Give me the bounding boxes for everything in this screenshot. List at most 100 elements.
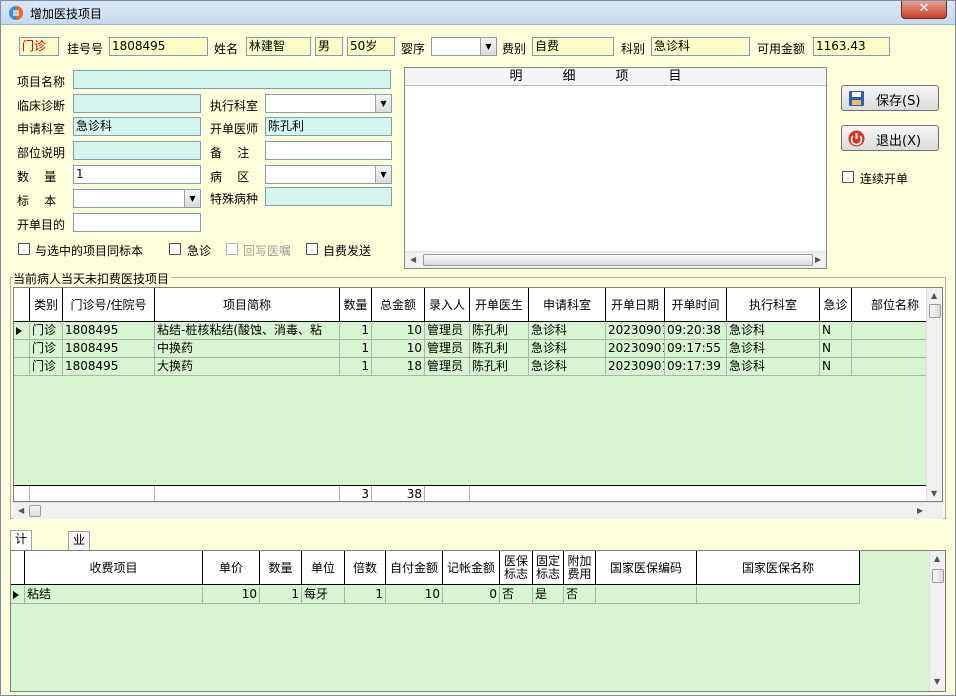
table-cell[interactable]: 0 <box>443 586 500 604</box>
table-cell[interactable]: 管理员 <box>425 322 470 340</box>
col-header[interactable]: 附加费用 <box>564 551 596 585</box>
table-row[interactable]: 门诊 1808495 粘结-桩核粘结(酸蚀、消毒、粘 1 10 管理员 陈孔利 … <box>14 322 926 340</box>
table-cell[interactable]: 陈孔利 <box>470 358 529 376</box>
table-cell[interactable]: 门诊 <box>30 358 63 376</box>
table-cell[interactable] <box>852 358 926 376</box>
site-input[interactable] <box>73 141 201 160</box>
col-header[interactable]: 类别 <box>30 288 63 322</box>
table-cell[interactable]: 1 <box>345 586 386 604</box>
table-cell[interactable]: 门诊 <box>30 340 63 358</box>
col-header[interactable]: 收费项目 <box>25 551 203 585</box>
col-header[interactable]: 自付金额 <box>386 551 443 585</box>
table-cell[interactable]: 急诊科 <box>727 340 820 358</box>
scroll-down-icon[interactable]: ▼ <box>934 677 940 686</box>
exec-dept-select[interactable]: ▼ <box>265 94 392 113</box>
doctor-field[interactable]: 陈孔利 <box>265 117 392 136</box>
col-header[interactable]: 执行科室 <box>727 288 820 322</box>
table-cell[interactable]: 10 <box>372 340 425 358</box>
col-header[interactable]: 国家医保名称 <box>697 551 860 585</box>
col-header[interactable]: 单位 <box>302 551 345 585</box>
col-header[interactable]: 数量 <box>260 551 302 585</box>
pending-hscrollbar[interactable]: ◀ ▶ <box>13 502 943 519</box>
col-header[interactable]: 国家医保编码 <box>596 551 697 585</box>
tab-pricing[interactable]: 计价明细 <box>10 530 33 597</box>
table-cell[interactable]: 陈孔利 <box>470 322 529 340</box>
close-button[interactable]: ✕ <box>901 1 947 19</box>
scroll-up-icon[interactable]: ▲ <box>931 291 937 300</box>
scroll-thumb[interactable] <box>932 569 944 583</box>
detail-hscrollbar[interactable]: ◀ ▶ <box>405 251 826 268</box>
table-cell[interactable]: 1 <box>340 340 372 358</box>
table-cell[interactable]: 每牙 <box>302 586 345 604</box>
chevron-down-icon[interactable]: ▼ <box>375 166 391 183</box>
chevron-down-icon[interactable]: ▼ <box>184 190 200 207</box>
table-cell[interactable]: 急诊科 <box>529 340 606 358</box>
specimen-select[interactable]: ▼ <box>73 189 201 208</box>
item-name-input[interactable] <box>73 70 391 89</box>
scroll-down-icon[interactable]: ▼ <box>931 489 937 498</box>
continuous-checkbox[interactable] <box>842 171 854 183</box>
table-cell[interactable]: 20230901 <box>606 358 665 376</box>
table-cell[interactable]: 20230901 <box>606 340 665 358</box>
selfpay-checkbox[interactable] <box>306 243 318 255</box>
apply-dept-field[interactable]: 急诊科 <box>73 117 201 136</box>
table-cell[interactable] <box>852 340 926 358</box>
scroll-up-icon[interactable]: ▲ <box>934 554 940 563</box>
scroll-thumb[interactable] <box>423 254 813 266</box>
col-header[interactable]: 倍数 <box>345 551 386 585</box>
table-cell[interactable] <box>852 322 926 340</box>
table-cell[interactable]: N <box>820 358 852 376</box>
tab-business[interactable]: 业务明细 <box>68 531 91 598</box>
col-header[interactable]: 项目简称 <box>155 288 340 322</box>
table-row[interactable]: 门诊 1808495 中换药 1 10 管理员 陈孔利 急诊科 20230901… <box>14 340 926 358</box>
col-header[interactable]: 总金额 <box>372 288 425 322</box>
table-cell[interactable]: 粘结 <box>25 586 203 604</box>
table-cell[interactable]: 1 <box>260 586 302 604</box>
table-cell[interactable]: N <box>820 340 852 358</box>
scroll-left-icon[interactable]: ◀ <box>410 255 416 264</box>
chevron-down-icon[interactable]: ▼ <box>375 95 391 112</box>
table-cell[interactable]: 10 <box>386 586 443 604</box>
pricing-vscrollbar[interactable]: ▲ ▼ <box>929 551 945 691</box>
col-header[interactable]: 申请科室 <box>529 288 606 322</box>
pending-vscrollbar[interactable]: ▲ ▼ <box>926 288 942 501</box>
remark-input[interactable] <box>265 141 392 160</box>
col-header[interactable]: 数量 <box>340 288 372 322</box>
diagnosis-input[interactable] <box>73 94 201 113</box>
col-header[interactable]: 开单医生 <box>470 288 529 322</box>
table-cell[interactable]: 中换药 <box>155 340 340 358</box>
scroll-right-icon[interactable]: ▶ <box>917 506 923 515</box>
col-header[interactable]: 录入人 <box>425 288 470 322</box>
table-cell[interactable]: 1808495 <box>63 322 155 340</box>
table-cell[interactable]: 10 <box>203 586 260 604</box>
table-cell[interactable]: 1 <box>340 322 372 340</box>
table-row[interactable]: 门诊 1808495 大换药 1 18 管理员 陈孔利 急诊科 20230901… <box>14 358 926 376</box>
scroll-right-icon[interactable]: ▶ <box>815 255 821 264</box>
writeback-checkbox[interactable] <box>226 243 238 255</box>
table-cell[interactable]: 09:20:38 <box>665 322 727 340</box>
scroll-thumb[interactable] <box>29 505 41 517</box>
col-header[interactable]: 医保标志 <box>500 551 533 585</box>
save-button[interactable]: 保存(S) <box>841 85 939 111</box>
table-cell[interactable]: N <box>820 322 852 340</box>
pricing-grid[interactable]: 收费项目 单价 数量 单位 倍数 自付金额 记帐金额 医保标志 固定标志 附加费… <box>10 550 946 692</box>
table-cell[interactable] <box>697 586 860 604</box>
special-input[interactable] <box>265 187 392 206</box>
table-cell[interactable]: 20230901 <box>606 322 665 340</box>
table-cell[interactable]: 急诊科 <box>529 358 606 376</box>
table-cell[interactable]: 18 <box>372 358 425 376</box>
table-cell[interactable]: 否 <box>500 586 533 604</box>
col-header[interactable]: 开单时间 <box>665 288 727 322</box>
infant-select[interactable]: ▼ <box>431 37 497 56</box>
pending-grid[interactable]: 类别 门诊号/住院号 项目简称 数量 总金额 录入人 开单医生 申请科室 开单日… <box>13 287 943 502</box>
table-cell[interactable]: 1808495 <box>63 358 155 376</box>
table-cell[interactable] <box>596 586 697 604</box>
table-cell[interactable]: 陈孔利 <box>470 340 529 358</box>
qty-input[interactable]: 1 <box>73 165 201 184</box>
table-cell[interactable]: 1808495 <box>63 340 155 358</box>
purpose-input[interactable] <box>73 213 201 232</box>
table-cell[interactable]: 急诊科 <box>529 322 606 340</box>
table-cell[interactable]: 急诊科 <box>727 358 820 376</box>
col-header[interactable]: 固定标志 <box>533 551 564 585</box>
col-header[interactable]: 单价 <box>203 551 260 585</box>
